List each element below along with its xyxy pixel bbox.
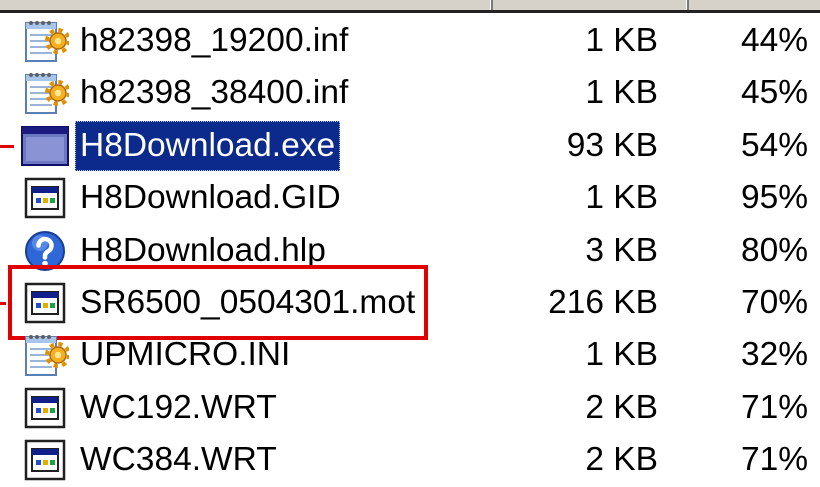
window-file-icon[interactable]: [21, 279, 69, 327]
column-header-ratio[interactable]: [689, 0, 820, 10]
inf-file-icon[interactable]: [21, 17, 69, 65]
file-list: h82398_19200.inf 1 KB 44% h82398_38400.inf 1…: [0, 15, 820, 487]
file-row[interactable]: SR6500_0504301.mot 216 KB 70%: [0, 264, 820, 340]
file-name[interactable]: WC192.WRT: [75, 383, 282, 433]
file-size: 1 KB: [585, 74, 658, 112]
file-ratio: 54%: [740, 126, 808, 164]
help-file-icon[interactable]: [21, 227, 69, 275]
file-size: 93 KB: [566, 126, 658, 164]
file-row[interactable]: H8Download.hlp 3 KB 80%: [0, 225, 820, 277]
column-header-name[interactable]: [0, 0, 490, 10]
application-icon[interactable]: [21, 122, 69, 170]
file-name[interactable]: SR6500_0504301.mot: [75, 278, 420, 328]
file-name[interactable]: h82398_38400.inf: [75, 68, 353, 118]
file-row[interactable]: WC192.WRT 2 KB 71%: [0, 382, 820, 434]
file-ratio: 32%: [740, 336, 808, 374]
file-size: 2 KB: [585, 388, 658, 426]
file-ratio: 45%: [740, 74, 808, 112]
file-row[interactable]: WC384.WRT 2 KB 71%: [0, 434, 820, 486]
annotation-pointer: [0, 301, 6, 305]
file-name[interactable]: UPMICRO.INI: [75, 330, 295, 380]
file-ratio: 70%: [740, 283, 808, 321]
file-size: 1 KB: [585, 179, 658, 217]
file-ratio: 71%: [740, 388, 808, 426]
file-row[interactable]: UPMICRO.INI 1 KB 32%: [0, 329, 820, 381]
file-size: 3 KB: [585, 231, 658, 269]
column-header-size[interactable]: [493, 0, 685, 10]
window-file-icon[interactable]: [21, 174, 69, 222]
column-header: [0, 0, 820, 13]
file-name[interactable]: WC384.WRT: [75, 435, 282, 485]
inf-file-icon[interactable]: [21, 69, 69, 117]
file-name[interactable]: H8Download.exe: [75, 120, 341, 171]
file-ratio: 44%: [740, 22, 808, 59]
file-ratio: 80%: [740, 231, 808, 269]
file-list-window: h82398_19200.inf 1 KB 44% h82398_38400.inf 1…: [0, 0, 820, 487]
file-ratio: 95%: [740, 179, 808, 217]
file-size: 1 KB: [585, 336, 658, 374]
file-size: 1 KB: [585, 22, 658, 59]
file-name[interactable]: H8Download.hlp: [75, 226, 331, 276]
file-size: 2 KB: [585, 441, 658, 479]
file-ratio: 71%: [740, 441, 808, 479]
inf-file-icon[interactable]: [21, 331, 69, 379]
file-row[interactable]: h82398_38400.inf 1 KB 45%: [0, 67, 820, 119]
window-file-icon[interactable]: [21, 384, 69, 432]
window-file-icon[interactable]: [21, 436, 69, 484]
file-row[interactable]: H8Download.GID 1 KB 95%: [0, 172, 820, 224]
file-size: 216 KB: [548, 283, 658, 321]
annotation-pointer: [0, 144, 14, 148]
file-name[interactable]: h82398_19200.inf: [75, 16, 353, 66]
file-name[interactable]: H8Download.GID: [75, 173, 346, 223]
file-row[interactable]: H8Download.exe 93 KB 54%: [0, 120, 820, 172]
file-row[interactable]: h82398_19200.inf 1 KB 44%: [0, 15, 820, 67]
